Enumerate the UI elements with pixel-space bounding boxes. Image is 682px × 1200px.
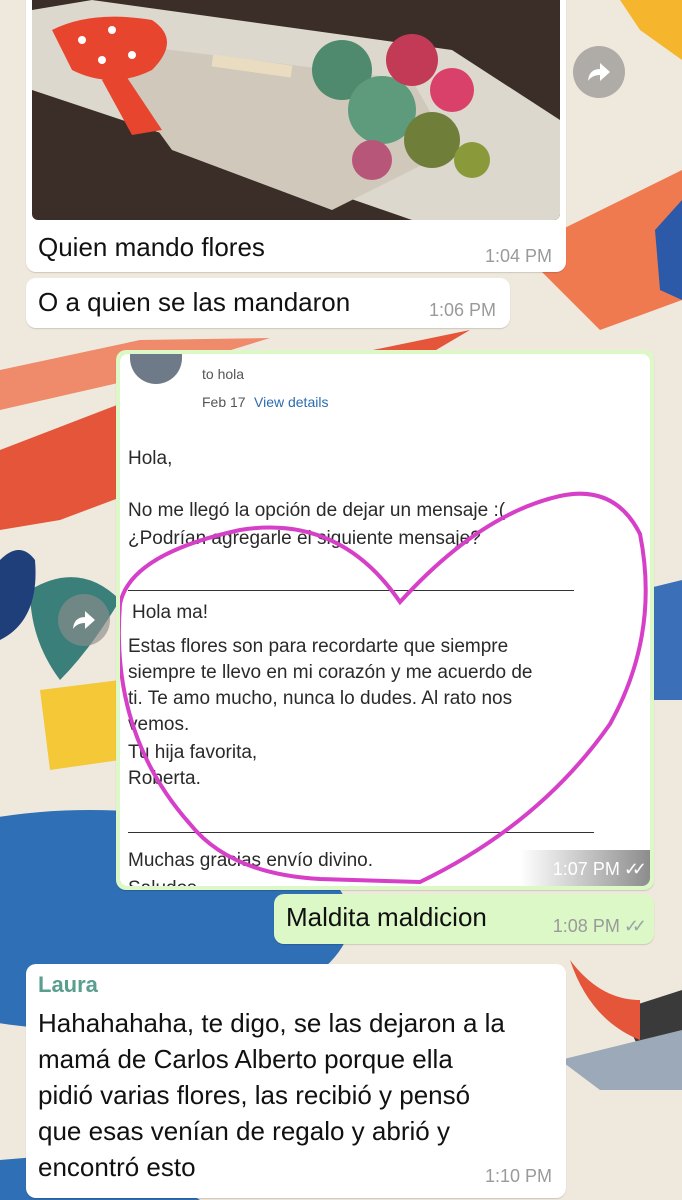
message-time: 1:07 PM ✓✓ xyxy=(552,859,647,879)
message-text: Quien mando flores xyxy=(38,232,265,262)
message-time: 1:04 PM xyxy=(484,246,552,266)
sender-name[interactable]: Laura xyxy=(38,972,98,998)
message-text: encontró esto xyxy=(38,1152,196,1182)
message-text: Maldita maldicion xyxy=(286,902,487,932)
double-check-icon: ✓✓ xyxy=(623,859,647,879)
message-bubble-text[interactable]: Maldita maldicion 1:08 PM ✓✓ xyxy=(274,894,654,944)
message-text: Hahahahaha, te digo, se las dejaron a la xyxy=(38,1008,505,1038)
message-text: O a quien se las mandaron xyxy=(38,287,351,317)
message-time: 1:10 PM xyxy=(484,1166,552,1186)
message-text: pidió varias flores, las recibió y pensó xyxy=(38,1080,471,1110)
double-check-icon: ✓✓ xyxy=(623,916,647,936)
email-screenshot[interactable]: to hola Feb 17 View details Hola, No me … xyxy=(120,354,650,886)
forward-arrow-icon xyxy=(588,63,610,81)
message-bubble-screenshot[interactable]: to hola Feb 17 View details Hola, No me … xyxy=(116,350,654,890)
forward-button[interactable] xyxy=(573,46,625,98)
message-text: que esas venían de regalo y abrió y xyxy=(38,1116,450,1146)
message-bubble-photo[interactable]: Quien mando flores 1:04 PM xyxy=(26,0,566,272)
heart-drawing xyxy=(120,491,648,885)
forward-arrow-icon xyxy=(73,611,95,629)
message-time: 1:06 PM xyxy=(428,300,496,320)
message-bubble-text[interactable]: Laura Hahahahaha, te digo, se las dejaro… xyxy=(26,964,566,1198)
message-text: mamá de Carlos Alberto porque ella xyxy=(38,1044,453,1074)
message-time: 1:08 PM ✓✓ xyxy=(552,916,647,936)
message-bubble-text[interactable]: O a quien se las mandaron 1:06 PM xyxy=(26,278,510,328)
flowers-photo[interactable] xyxy=(32,0,560,220)
forward-button[interactable] xyxy=(58,594,110,646)
